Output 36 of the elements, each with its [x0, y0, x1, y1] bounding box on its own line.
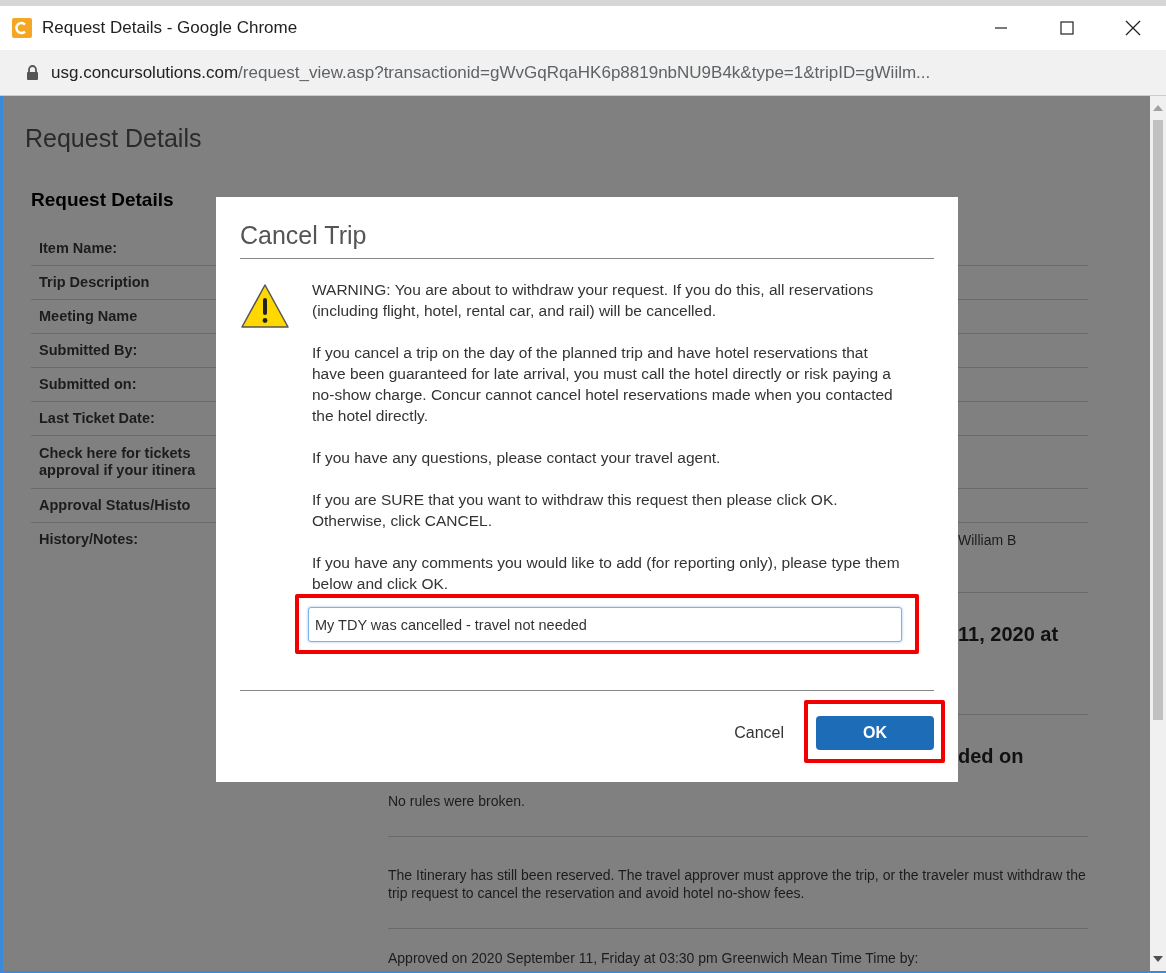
history-heading: 11, 2020 at [958, 622, 1060, 646]
scrollbar[interactable] [1150, 96, 1166, 971]
field-label: Trip Description [38, 273, 151, 292]
field-label: Meeting Name [38, 307, 139, 326]
dialog-paragraph: If you have any questions, please contact your travel agent. [312, 448, 722, 468]
window-title: Request Details - Google Chrome [42, 18, 299, 38]
history-text: No rules were broken. [388, 792, 526, 810]
field-label: Last Ticket Date: [38, 409, 156, 428]
dialog-title: Cancel Trip [240, 221, 934, 259]
history-text: The Itinerary has still been reserved. The travel approver must approve the trip, or the traveler must withdraw the trip request to cancel the reservation and avoid hotel no-show fees. [388, 866, 1087, 902]
field-label: History/Notes: [38, 530, 140, 549]
lock-icon [26, 65, 39, 80]
page-title: Request Details [25, 124, 203, 153]
app-icon [12, 18, 32, 38]
dialog-paragraph: WARNING: You are about to withdraw your request. If you do this, all reservations (including flight, hotel, rental car, and rail) will be cancelled. [312, 280, 875, 321]
field-label: Submitted By: [38, 341, 139, 360]
comment-field[interactable]: My TDY was cancelled - travel not needed [308, 607, 902, 642]
history-text: William B [958, 531, 1018, 549]
ok-button[interactable]: OK [816, 716, 934, 750]
url-host[interactable]: usg.concursolutions.com [51, 62, 239, 83]
close-icon[interactable] [1125, 20, 1141, 36]
url-path[interactable]: /request_view.asp?transactionid=gWvGqRqaHK6p8819nbNU9B4k&type=1&tripID=gWiilm... [238, 62, 931, 83]
field-label: Item Name: [38, 239, 119, 258]
maximize-icon[interactable] [1060, 21, 1074, 35]
history-heading: ded on [958, 744, 1025, 768]
field-label: Approval Status/Histo [38, 496, 192, 515]
dialog-paragraph: If you cancel a trip on the day of the planned trip and have hotel reservations that have been guaranteed for late arrival, you must call the hotel directly or risk paying a no-show charge. Concur cannot cancel hotel reservations made when you contacted the hotel directly. [312, 343, 894, 426]
section-title: Request Details [31, 189, 175, 211]
warning-icon [240, 283, 290, 329]
scroll-down-icon[interactable] [1153, 955, 1163, 963]
dialog-paragraph: If you have any comments you would like to add (for reporting only), please type them below and click OK. [312, 553, 901, 594]
field-label: Check here for tickets approval if your itinera [38, 444, 197, 480]
dialog-paragraph: If you are SURE that you want to withdraw this request then please click OK. Otherwise, click CANCEL. [312, 490, 839, 531]
field-label: Submitted on: [38, 375, 138, 394]
cancel-link[interactable]: Cancel [734, 724, 784, 742]
history-text: Approved on 2020 September 11, Friday at 03:30 pm Greenwich Mean Time Time by: [388, 949, 920, 967]
